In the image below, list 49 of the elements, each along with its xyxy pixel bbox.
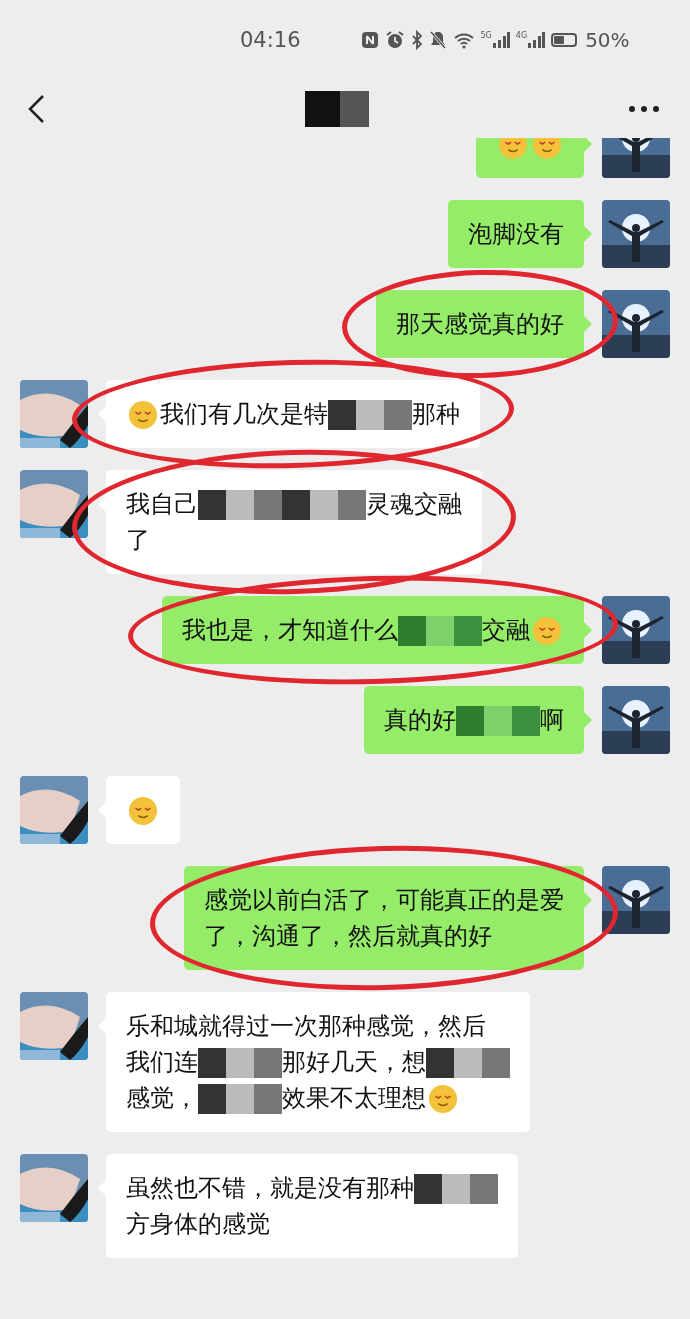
message-text: 真的好 bbox=[384, 706, 456, 734]
smiley-icon bbox=[428, 1084, 458, 1114]
signal-icon bbox=[527, 31, 546, 49]
message-text: 了，沟通了，然后就真的好 bbox=[204, 922, 492, 950]
message-text: 感觉， bbox=[126, 1084, 198, 1112]
message-text: 我也是，才知道什么 bbox=[182, 616, 398, 644]
message-text: 那种 bbox=[412, 400, 460, 428]
wifi-icon bbox=[452, 31, 475, 49]
clock-time: 04:16 bbox=[240, 28, 301, 52]
message-text: 感觉以前白活了，可能真正的是爱 bbox=[204, 886, 564, 914]
message-bubble[interactable]: 乐和城就得过一次那种感觉，然后 我们连 那好几天，想 感觉， 效果不太理想 bbox=[106, 992, 530, 1132]
nfc-icon bbox=[360, 31, 379, 49]
smiley-icon bbox=[128, 796, 158, 826]
battery-icon bbox=[551, 33, 578, 47]
message-text: 我们连 bbox=[126, 1048, 198, 1076]
smiley-icon bbox=[498, 138, 528, 160]
message-text: 乐和城就得过一次那种感觉，然后 bbox=[126, 1012, 486, 1040]
message-bubble[interactable]: 我自己 灵魂交融 了 bbox=[106, 470, 482, 574]
message-text: 方身体的感觉 bbox=[126, 1210, 270, 1238]
battery-percent: 50% bbox=[585, 28, 630, 52]
message-text: 虽然也不错，就是没有那种 bbox=[126, 1174, 414, 1202]
bluetooth-icon bbox=[410, 30, 423, 50]
smiley-icon bbox=[532, 616, 562, 646]
message-text: 交融 bbox=[482, 616, 530, 644]
mute-bell-icon bbox=[428, 30, 447, 50]
smiley-icon bbox=[128, 400, 158, 430]
signal-icon bbox=[491, 31, 510, 49]
message-text: 泡脚没有 bbox=[468, 220, 564, 248]
message-text: 灵魂交融 bbox=[366, 490, 462, 518]
back-icon[interactable] bbox=[26, 93, 46, 125]
message-text: 那天感觉真的好 bbox=[396, 310, 564, 338]
alarm-icon bbox=[384, 30, 405, 50]
network-label: 5G bbox=[480, 31, 492, 40]
more-icon[interactable] bbox=[628, 105, 660, 113]
message-text: 那好几天，想 bbox=[282, 1048, 426, 1076]
network-label: 4G bbox=[515, 31, 528, 40]
message-text: 效果不太理想 bbox=[282, 1084, 426, 1112]
message-bubble[interactable]: 泡脚没有 bbox=[448, 200, 584, 268]
message-bubble[interactable]: 虽然也不错，就是没有那种 方身体的感觉 bbox=[106, 1154, 518, 1258]
message-text: 了 bbox=[126, 526, 150, 554]
message-text: 啊 bbox=[540, 706, 564, 734]
message-bubble[interactable]: 那天感觉真的好 bbox=[376, 290, 584, 358]
message-text: 我们有几次是特 bbox=[160, 400, 328, 428]
message-bubble[interactable]: 我们有几次是特 那种 bbox=[106, 380, 480, 448]
smiley-icon bbox=[532, 138, 562, 160]
message-bubble[interactable]: 感觉以前白活了，可能真正的是爱 了，沟通了，然后就真的好 bbox=[184, 866, 584, 970]
message-bubble[interactable]: 真的好 啊 bbox=[364, 686, 584, 754]
message-text: 我自己 bbox=[126, 490, 198, 518]
message-bubble[interactable]: 我也是，才知道什么 交融 bbox=[162, 596, 584, 664]
